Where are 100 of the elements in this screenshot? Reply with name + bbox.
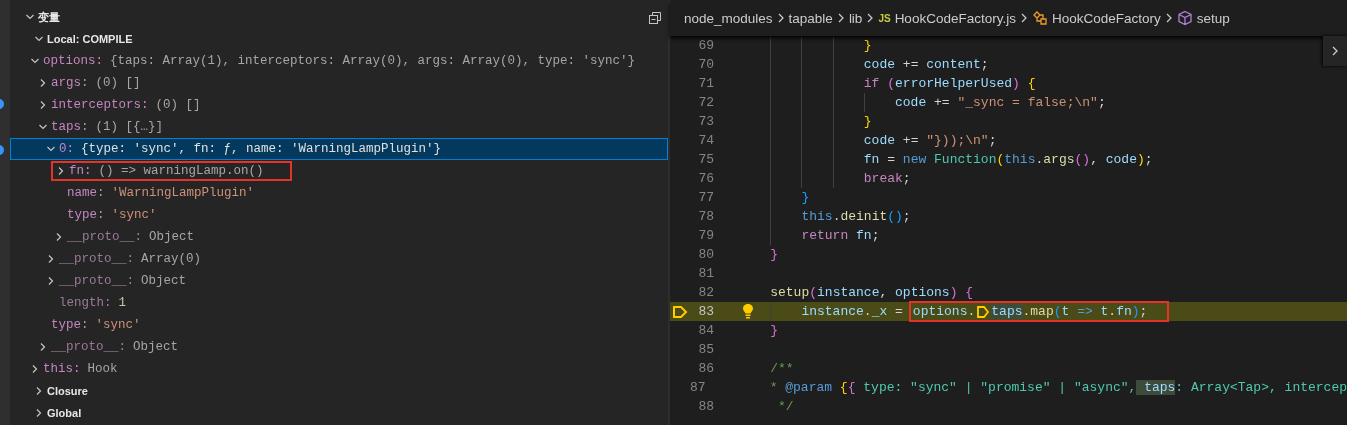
line-number: 69 bbox=[697, 38, 714, 53]
variable-value: Hook bbox=[87, 362, 118, 376]
collapse-all-icon[interactable] bbox=[648, 11, 662, 25]
line-number: 81 bbox=[697, 266, 714, 281]
variable-value: Object bbox=[141, 274, 187, 288]
chevron-right-icon[interactable] bbox=[38, 100, 48, 110]
breadcrumb-item[interactable]: setup bbox=[1196, 10, 1230, 26]
variable-value: Object bbox=[149, 230, 195, 244]
variable-name: options: bbox=[43, 54, 103, 68]
chevron-down-icon[interactable] bbox=[34, 34, 44, 44]
variable-value: (1) [{…}] bbox=[95, 120, 164, 134]
code-text: break; bbox=[863, 171, 911, 186]
chevron-right-icon[interactable] bbox=[34, 408, 44, 418]
chevron-right-icon[interactable] bbox=[54, 232, 64, 242]
code-text: code += "_sync = false;\n"; bbox=[895, 95, 1106, 110]
variable-name: interceptors: bbox=[51, 98, 149, 112]
line-number: 73 bbox=[697, 114, 714, 129]
code-text: } bbox=[770, 323, 778, 338]
file-type-label: JS bbox=[878, 12, 891, 24]
variable-value: {taps: Array(1), interceptors: Array(0), args: Array(0), type: 'sync'} bbox=[110, 54, 636, 68]
chevron-right-icon[interactable] bbox=[34, 386, 44, 396]
breakpoint-icon[interactable] bbox=[976, 304, 991, 319]
breadcrumb-item[interactable]: tapable bbox=[788, 10, 833, 26]
variable-name: 0: bbox=[59, 142, 74, 156]
variable-name: type: bbox=[67, 208, 105, 222]
variable-value: Array(0) bbox=[141, 252, 202, 266]
chevron-down-icon[interactable] bbox=[25, 12, 35, 22]
current-line-icon bbox=[672, 304, 688, 319]
variable-row[interactable]: __proto__: Object bbox=[10, 226, 668, 248]
code-text: taps.map(t => t.fn); bbox=[991, 304, 1148, 319]
chevron-right-icon[interactable] bbox=[38, 342, 48, 352]
section-title[interactable]: 变量 bbox=[38, 9, 60, 25]
scope-title[interactable]: Global bbox=[47, 407, 82, 419]
variable-row[interactable]: length: 1 bbox=[10, 292, 668, 314]
code-text: } bbox=[801, 190, 810, 205]
line-number: 87 bbox=[689, 380, 706, 395]
variable-row[interactable]: name: 'WarningLampPlugin' bbox=[10, 182, 668, 204]
variable-row[interactable]: __proto__: Array(0) bbox=[10, 248, 668, 270]
class-icon bbox=[1031, 10, 1048, 26]
chevron-right-icon bbox=[866, 12, 875, 24]
variable-row[interactable]: 0: {type: 'sync', fn: ƒ, name: 'WarningLampPlugin'} bbox=[10, 138, 668, 160]
lightbulb-icon[interactable] bbox=[741, 303, 755, 319]
variable-row[interactable]: fn: () => warningLamp.on() bbox=[10, 160, 668, 182]
variable-row[interactable]: this: Hook bbox=[10, 358, 668, 380]
variable-name: __proto__: bbox=[51, 340, 126, 354]
line-number: 82 bbox=[697, 285, 714, 300]
code-text: if (errorHelperUsed) { bbox=[863, 76, 1036, 91]
code-text: } bbox=[863, 38, 872, 53]
breadcrumb-item[interactable]: lib bbox=[848, 10, 863, 26]
chevron-right-icon[interactable] bbox=[56, 166, 66, 176]
variable-value: 'WarningLampPlugin' bbox=[111, 186, 255, 200]
scope-title[interactable]: Local: COMPILE bbox=[47, 33, 133, 45]
line-number: 85 bbox=[697, 342, 714, 357]
variable-row[interactable]: type: 'sync' bbox=[10, 204, 668, 226]
code-text: code += "}));\n"; bbox=[863, 133, 997, 148]
chevron-right-icon bbox=[1164, 12, 1173, 24]
line-number: 88 bbox=[697, 399, 714, 414]
chevron-down-icon[interactable] bbox=[30, 56, 40, 66]
line-number: 70 bbox=[697, 57, 714, 72]
chevron-right-icon[interactable] bbox=[46, 276, 56, 286]
code-text: return fn; bbox=[801, 228, 880, 243]
variable-row[interactable]: args: (0) [] bbox=[10, 72, 668, 94]
variable-name: __proto__: bbox=[67, 230, 142, 244]
variable-row[interactable]: interceptors: (0) [] bbox=[10, 94, 668, 116]
variable-row[interactable]: taps: (1) [{…}] bbox=[10, 116, 668, 138]
line-number: 83 bbox=[697, 304, 714, 319]
variable-value: 1 bbox=[118, 296, 127, 310]
line-number: 86 bbox=[697, 361, 714, 376]
code-text: code += content; bbox=[863, 57, 989, 72]
variable-value: () => warningLamp.on() bbox=[98, 164, 264, 178]
code-text: } bbox=[770, 247, 778, 262]
chevron-right-icon bbox=[1019, 12, 1028, 24]
variable-value: 'sync' bbox=[95, 318, 141, 332]
variable-name: this: bbox=[43, 362, 81, 376]
chevron-right-icon[interactable] bbox=[30, 364, 40, 374]
variable-row[interactable]: type: 'sync' bbox=[10, 314, 668, 336]
breadcrumb-item[interactable]: node_modules bbox=[684, 10, 773, 26]
code-text: */ bbox=[778, 399, 794, 414]
chevron-right-icon[interactable] bbox=[46, 254, 56, 264]
scope-title[interactable]: Closure bbox=[47, 385, 88, 397]
breadcrumb-item[interactable]: HookCodeFactory.js bbox=[894, 10, 1016, 26]
code-text: instance._x = bbox=[801, 304, 903, 319]
variable-row[interactable]: options: {taps: Array(1), interceptors: Array(0), args: Array(0), type: 'sync'} bbox=[10, 50, 668, 72]
line-number: 78 bbox=[697, 209, 714, 224]
variable-row[interactable]: __proto__: Object bbox=[10, 270, 668, 292]
line-number: 74 bbox=[697, 133, 714, 148]
code-text: options. bbox=[912, 304, 976, 319]
chevron-right-icon[interactable] bbox=[38, 78, 48, 88]
chevron-down-icon[interactable] bbox=[46, 144, 56, 154]
variable-row[interactable]: __proto__: Object bbox=[10, 336, 668, 358]
line-number: 75 bbox=[697, 152, 714, 167]
line-number: 79 bbox=[697, 228, 714, 243]
chevron-right-icon[interactable] bbox=[1330, 44, 1340, 58]
line-number: 76 bbox=[697, 171, 714, 186]
variable-value: (0) [] bbox=[95, 76, 141, 90]
chevron-down-icon[interactable] bbox=[38, 122, 48, 132]
breadcrumb-item[interactable]: HookCodeFactory bbox=[1051, 10, 1161, 26]
variable-name: length: bbox=[59, 296, 112, 310]
code-text: * @param {{ type: "sync" | "promise" | "async", taps: Array<Tap>, intercep bbox=[769, 380, 1347, 395]
variable-value: Object bbox=[133, 340, 179, 354]
